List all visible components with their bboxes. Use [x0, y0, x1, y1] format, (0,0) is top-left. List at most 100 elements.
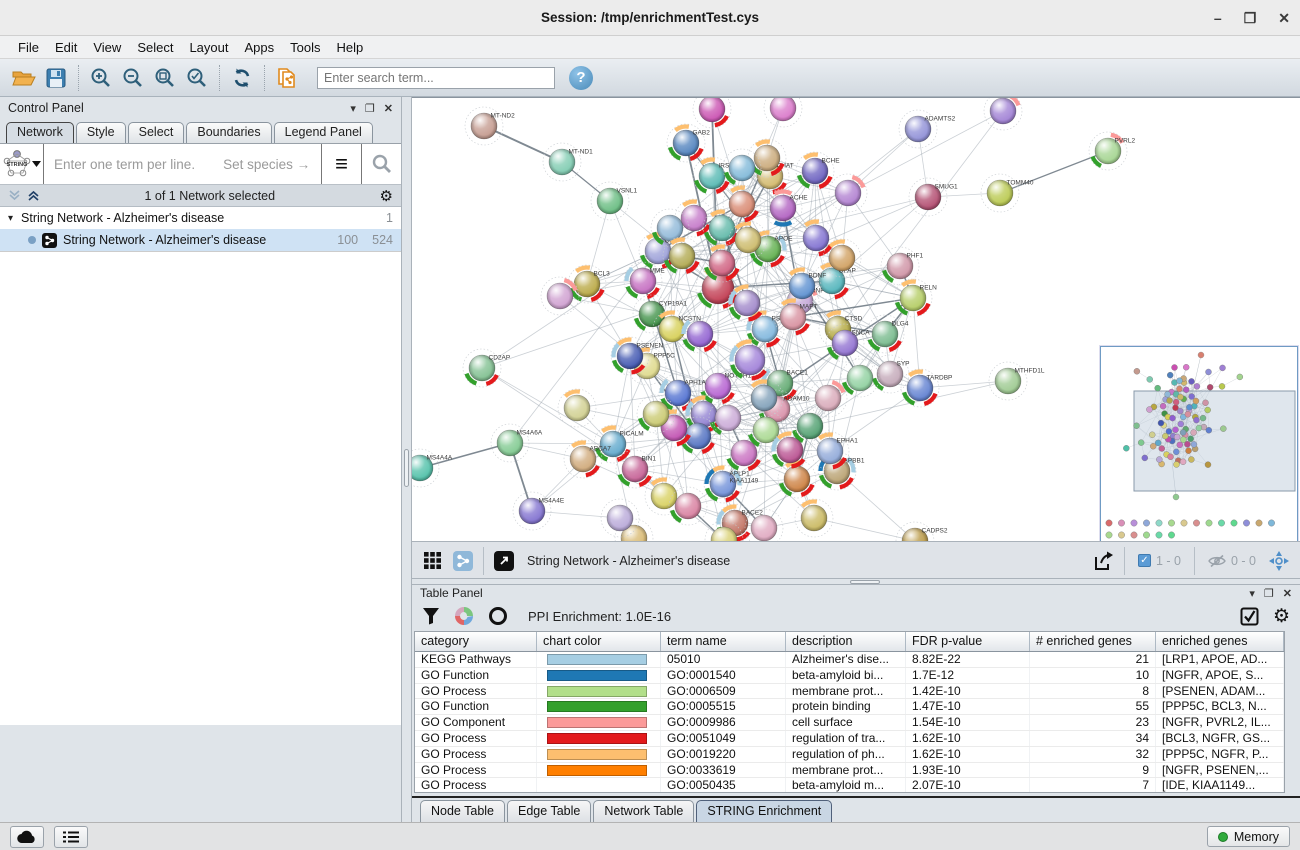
network-node[interactable] — [669, 487, 707, 525]
query-options-button[interactable]: ≡ — [321, 144, 361, 184]
network-node-ms4a4a[interactable]: MS4A4A — [412, 449, 453, 487]
tree-caret-icon[interactable]: ▾ — [8, 213, 13, 224]
network-node[interactable] — [809, 379, 847, 417]
cloud-tasks-button[interactable] — [10, 826, 44, 848]
network-collection-row[interactable]: ▾ String Network - Alzheimer's disease 1 — [0, 207, 401, 229]
minimize-button[interactable]: – — [1214, 11, 1222, 25]
network-node-cd2ap[interactable]: CD2AP — [463, 349, 510, 387]
donut-chart-icon[interactable] — [454, 606, 474, 626]
refresh-button[interactable] — [226, 63, 258, 93]
close-panel-icon[interactable]: ✕ — [384, 102, 393, 115]
search-input[interactable] — [317, 67, 555, 89]
menu-view[interactable]: View — [85, 38, 129, 57]
network-node[interactable] — [558, 389, 596, 427]
birdseye-toggle-button[interactable] — [418, 547, 448, 575]
birdseye-view[interactable] — [1100, 346, 1298, 544]
column-header-enriched-genes[interactable]: enriched genes — [1156, 632, 1284, 651]
column-header-description[interactable]: description — [786, 632, 906, 651]
ring-chart-icon[interactable] — [488, 606, 508, 626]
collapse-panel-icon[interactable]: ▾ — [1249, 587, 1255, 600]
zoom-fit-button[interactable] — [149, 63, 181, 93]
horizontal-splitter[interactable] — [412, 578, 1300, 585]
network-node-vsnl1[interactable]: VSNL1 — [591, 182, 637, 220]
open-file-button[interactable] — [8, 63, 40, 93]
table-row[interactable]: GO ProcessGO:0033619membrane prot...1.93… — [415, 763, 1284, 779]
table-row[interactable]: GO FunctionGO:0005515protein binding1.47… — [415, 699, 1284, 715]
network-node-mt-nd1[interactable]: MT-ND1 — [543, 143, 593, 181]
menu-tools[interactable]: Tools — [282, 38, 328, 57]
network-node-smug1[interactable]: SMUG1 — [909, 178, 958, 216]
string-protein-query-selector[interactable]: STRING — [0, 144, 44, 184]
close-panel-icon[interactable]: ✕ — [1283, 587, 1292, 600]
table-row[interactable]: GO ComponentGO:0009986cell surface1.54E-… — [415, 715, 1284, 731]
tab-legend-panel[interactable]: Legend Panel — [274, 122, 373, 143]
network-node[interactable] — [541, 277, 579, 315]
table-row[interactable]: GO ProcessGO:0019220regulation of ph...1… — [415, 747, 1284, 763]
network-node[interactable] — [709, 399, 747, 437]
network-node-ms4a4e[interactable]: MS4A4E — [513, 492, 565, 530]
tab-edge-table[interactable]: Edge Table — [507, 800, 591, 822]
collapse-all-icon[interactable] — [8, 189, 21, 202]
network-node-cadps2[interactable]: CADPS2 — [896, 522, 948, 541]
column-header-chart-color[interactable]: chart color — [537, 632, 661, 651]
menu-help[interactable]: Help — [329, 38, 372, 57]
vertical-splitter[interactable] — [402, 97, 412, 822]
network-node-syp[interactable]: SYP — [871, 355, 910, 393]
filter-icon[interactable] — [422, 607, 440, 625]
splitter-handle[interactable] — [850, 580, 880, 584]
tab-select[interactable]: Select — [128, 122, 185, 143]
network-node-phf1[interactable]: PHF1 — [881, 247, 924, 285]
tab-network[interactable]: Network — [6, 122, 74, 143]
table-row[interactable]: GO ProcessGO:0006509membrane prot...1.42… — [415, 684, 1284, 700]
zoom-in-button[interactable] — [85, 63, 117, 93]
splitter-handle[interactable] — [404, 449, 409, 487]
close-button[interactable]: ✕ — [1278, 11, 1290, 25]
tab-boundaries[interactable]: Boundaries — [186, 122, 271, 143]
table-row[interactable]: KEGG Pathways05010Alzheimer's dise...8.8… — [415, 652, 1284, 668]
table-row[interactable]: GO ProcessGO:0051049regulation of tra...… — [415, 731, 1284, 747]
save-session-button[interactable] — [40, 63, 72, 93]
menu-layout[interactable]: Layout — [181, 38, 236, 57]
open-in-string-button[interactable] — [489, 547, 519, 575]
network-node-tomm40[interactable]: TOMM40 — [981, 174, 1034, 212]
help-button[interactable]: ? — [569, 66, 593, 90]
network-node[interactable] — [764, 98, 802, 127]
table-row[interactable]: GO ProcessGO:0050435beta-amyloid m...2.0… — [415, 778, 1284, 793]
network-node[interactable] — [829, 174, 867, 212]
maximize-button[interactable]: ❐ — [1244, 11, 1257, 25]
export-network-button[interactable] — [1089, 547, 1119, 575]
tab-style[interactable]: Style — [76, 122, 126, 143]
float-panel-icon[interactable]: ❐ — [365, 102, 375, 115]
birdseye-canvas[interactable] — [1101, 347, 1297, 543]
column-header--enriched-genes[interactable]: # enriched genes — [1030, 632, 1156, 651]
network-node-mthfd1l[interactable]: MTHFD1L — [989, 362, 1045, 400]
network-node-pvrl2[interactable]: PVRL2 — [1089, 132, 1135, 170]
column-header-FDR-p-value[interactable]: FDR p-value — [906, 632, 1030, 651]
column-header-category[interactable]: category — [415, 632, 537, 651]
network-node-aplp1[interactable]: APLP1KIAA1149 — [704, 465, 759, 503]
string-query-placeholder[interactable]: Enter one term per line. — [44, 157, 195, 172]
table-settings-gear-icon[interactable]: ⚙ — [1273, 605, 1290, 628]
network-node[interactable] — [795, 499, 833, 537]
column-header-term-name[interactable]: term name — [661, 632, 786, 651]
species-hint[interactable]: Set species → — [223, 157, 321, 172]
table-row[interactable]: GO FunctionGO:0001540beta-amyloid bi...1… — [415, 668, 1284, 684]
menu-file[interactable]: File — [10, 38, 47, 57]
network-node[interactable] — [681, 315, 719, 353]
network-node-mt-nd2[interactable]: MT-ND2 — [465, 107, 515, 145]
float-panel-icon[interactable]: ❐ — [1264, 587, 1274, 600]
select-columns-icon[interactable] — [1240, 607, 1259, 626]
network-node-adamts2[interactable]: ADAMTS2 — [899, 110, 956, 148]
zoom-selected-button[interactable] — [181, 63, 213, 93]
network-row[interactable]: String Network - Alzheimer's disease 100… — [0, 229, 401, 251]
menu-apps[interactable]: Apps — [237, 38, 283, 57]
query-search-button[interactable] — [361, 144, 401, 184]
expand-all-icon[interactable] — [27, 189, 40, 202]
tab-node-table[interactable]: Node Table — [420, 800, 505, 822]
collapse-panel-icon[interactable]: ▾ — [350, 102, 356, 115]
navigator-button[interactable] — [1264, 547, 1294, 575]
network-node[interactable] — [984, 98, 1022, 130]
menu-select[interactable]: Select — [129, 38, 181, 57]
network-node[interactable] — [728, 284, 766, 322]
import-network-button[interactable] — [271, 63, 303, 93]
